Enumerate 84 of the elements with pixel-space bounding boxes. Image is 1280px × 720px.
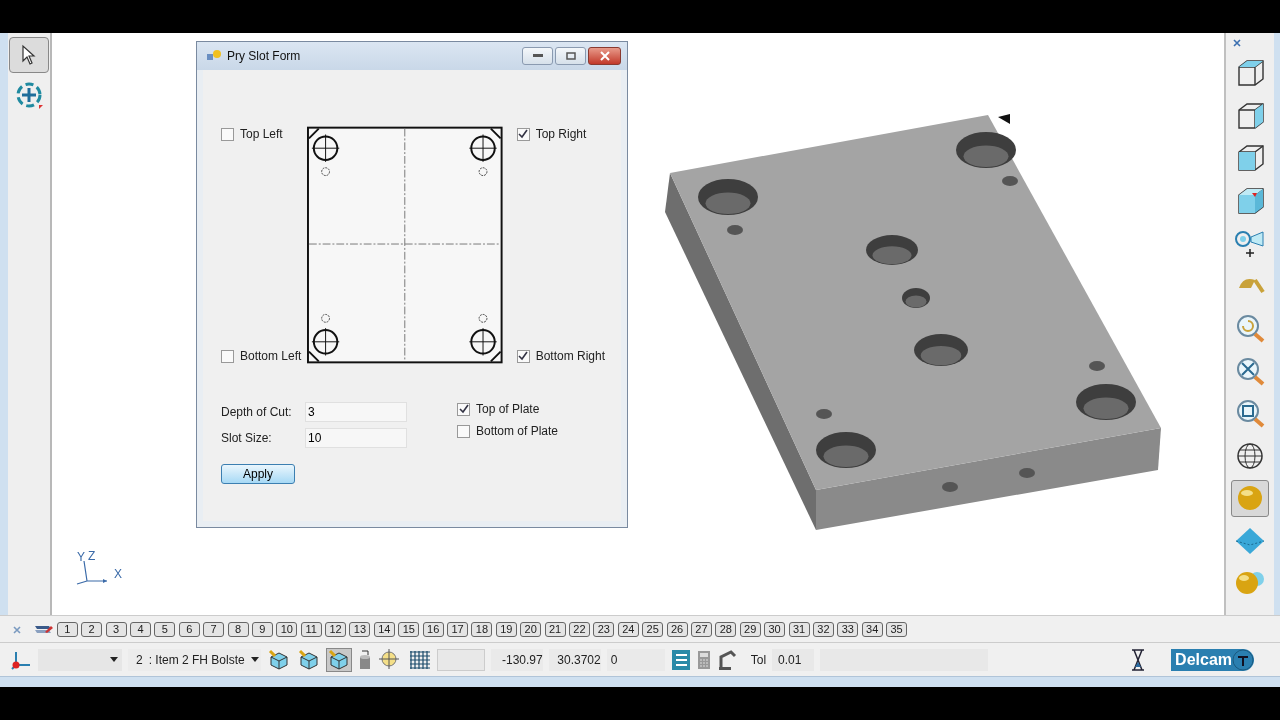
layer-button[interactable]: 29: [739, 621, 761, 637]
corner-checkbox[interactable]: Top Right: [516, 124, 605, 144]
input-field[interactable]: 10: [305, 428, 407, 448]
checkmark-icon: [518, 351, 529, 361]
layer-button[interactable]: 32: [812, 621, 834, 637]
layer-button[interactable]: 13: [349, 621, 371, 637]
model-number: 2: [136, 652, 143, 667]
cube-icon[interactable]: [266, 648, 291, 671]
layer-button[interactable]: 19: [495, 621, 517, 637]
layer-button[interactable]: 20: [520, 621, 542, 637]
checkmark-icon: [518, 129, 529, 139]
close-icon: [13, 626, 21, 634]
layer-button[interactable]: 25: [642, 621, 664, 637]
coordinate-readout: -130.97: [490, 648, 543, 671]
close-button[interactable]: [588, 47, 621, 65]
layer-button[interactable]: 14: [373, 621, 395, 637]
layer-button[interactable]: 11: [300, 621, 322, 637]
layer-button[interactable]: 18: [471, 621, 493, 637]
layer-button[interactable]: 23: [593, 621, 615, 637]
caret-icon: [250, 657, 259, 662]
layer-button[interactable]: 3: [105, 621, 127, 637]
layer-button[interactable]: 21: [544, 621, 566, 637]
cursor-icon: [19, 44, 39, 66]
layer-button[interactable]: 26: [666, 621, 688, 637]
corner-checkbox[interactable]: Bottom Left: [221, 346, 308, 366]
close-icon: [1233, 39, 1241, 47]
caret-icon: [110, 657, 118, 662]
tolerance-field[interactable]: 0.01: [772, 648, 815, 671]
layer-button[interactable]: 12: [325, 621, 347, 637]
app-icon: [207, 50, 221, 62]
window-title: Pry Slot Form: [227, 49, 302, 63]
list-icon[interactable]: [670, 648, 691, 671]
axis-label: Z: [88, 550, 96, 562]
hourglass-icon: [1131, 648, 1146, 671]
layer-button[interactable]: 7: [203, 621, 225, 637]
checkmark-icon: [458, 404, 469, 414]
axis-label: X: [114, 568, 122, 580]
layer-button[interactable]: 31: [788, 621, 810, 637]
corner-checkbox[interactable]: Bottom Right: [516, 346, 605, 366]
layer-button[interactable]: 4: [129, 621, 151, 637]
tolerance-label: Tol: [750, 652, 767, 667]
maximize-icon: [565, 52, 576, 60]
apply-button[interactable]: Apply: [221, 464, 295, 484]
axis-label: Y: [77, 551, 85, 563]
layer-button[interactable]: 16: [422, 621, 444, 637]
layer-button[interactable]: 17: [447, 621, 469, 637]
layer-button[interactable]: 27: [690, 621, 712, 637]
model-dropdown[interactable]: 2 : Item 2 FH Bolste: [128, 648, 261, 671]
layer-button[interactable]: 6: [178, 621, 200, 637]
layer-button[interactable]: 5: [154, 621, 176, 637]
plate-checkbox[interactable]: Bottom of Plate: [457, 424, 559, 438]
grid-icon[interactable]: [408, 649, 431, 670]
select-tool[interactable]: [9, 37, 49, 73]
layer-button[interactable]: 22: [569, 621, 590, 637]
corner-checkbox[interactable]: Top Left: [221, 124, 308, 144]
field-label: Slot Size:: [221, 431, 273, 445]
brand-name: Delcam: [1175, 650, 1232, 669]
layer-button[interactable]: 10: [276, 621, 298, 637]
layer-button[interactable]: 15: [398, 621, 420, 637]
plate-checkbox[interactable]: Top of Plate: [457, 402, 559, 416]
layer-button[interactable]: 1: [56, 621, 78, 637]
layer-button[interactable]: 28: [715, 621, 737, 637]
layer-button[interactable]: 24: [617, 621, 639, 637]
layer-button[interactable]: 34: [861, 621, 883, 637]
close-icon: [599, 51, 610, 61]
cube-icon[interactable]: [326, 648, 351, 671]
minimize-button[interactable]: [522, 47, 553, 65]
layer-button[interactable]: 2: [81, 621, 103, 637]
move-icon: [14, 80, 44, 110]
calculator-icon[interactable]: [696, 649, 711, 670]
input-field[interactable]: [436, 648, 485, 671]
layer-button[interactable]: 8: [227, 621, 249, 637]
input-field[interactable]: 3: [305, 402, 407, 422]
layer-button[interactable]: 33: [837, 621, 859, 637]
cube-icon[interactable]: [296, 648, 321, 671]
layer-button[interactable]: 30: [764, 621, 786, 637]
field-label: Depth of Cut:: [221, 405, 293, 419]
maximize-button[interactable]: [555, 47, 586, 65]
coordinate-readout: 0: [606, 648, 665, 671]
layer-button[interactable]: 35: [886, 621, 908, 637]
model-name: : Item 2 FH Bolste: [148, 652, 245, 667]
minimize-icon: [532, 54, 543, 58]
coordinate-readout: 30.3702: [548, 648, 601, 671]
layer-button[interactable]: 9: [251, 621, 273, 637]
